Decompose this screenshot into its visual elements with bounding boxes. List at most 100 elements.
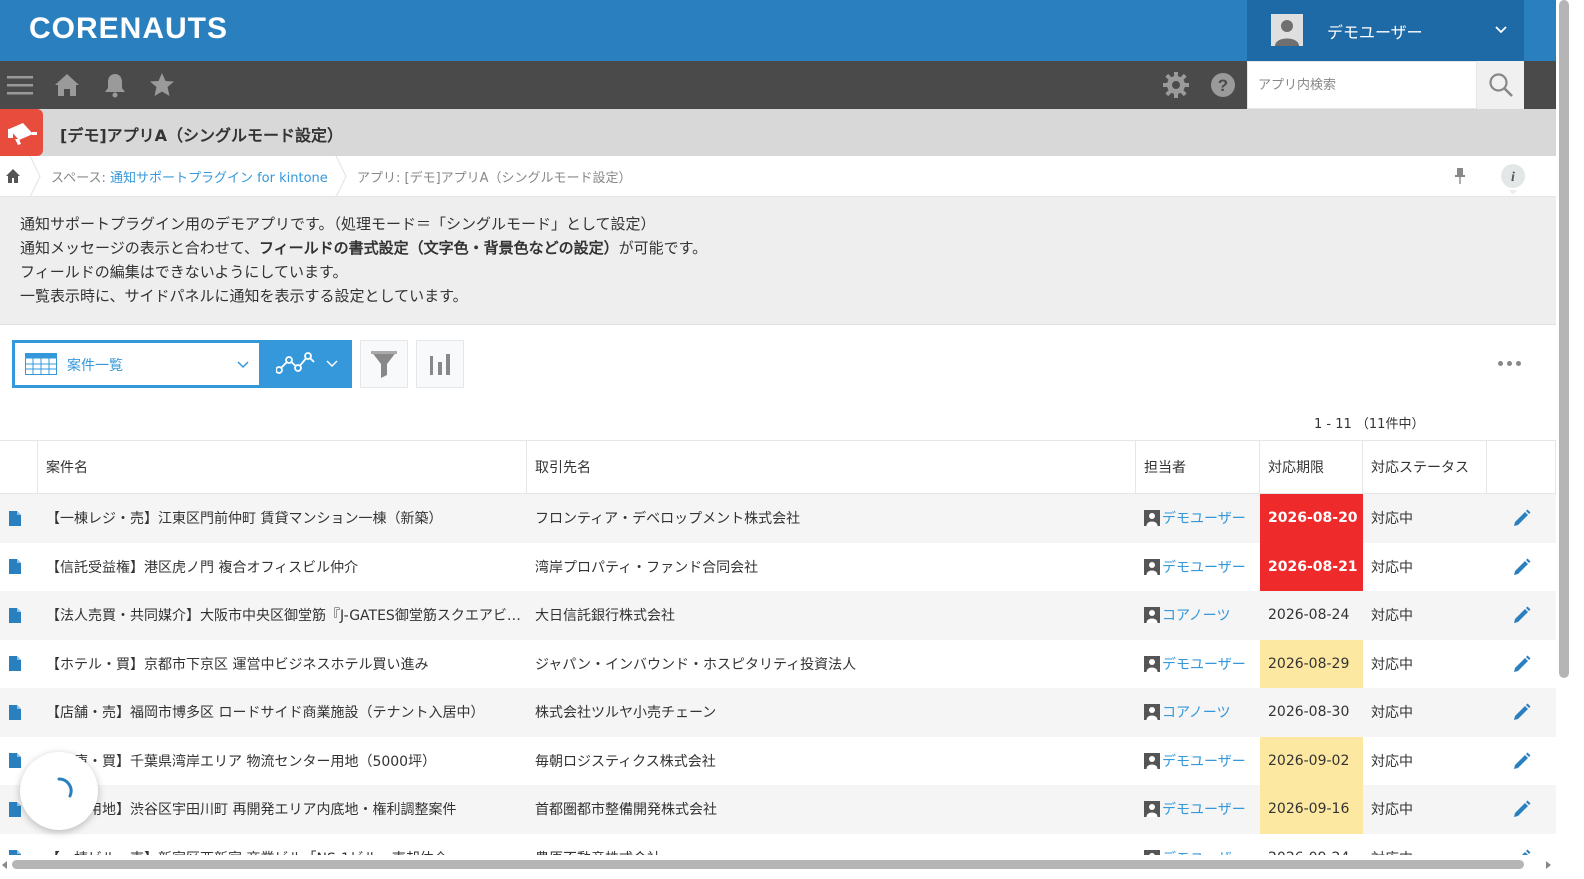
description-line: 通知メッセージの表示と合わせて、フィールドの書式設定（文字色・背景色などの設定）… xyxy=(20,239,708,257)
cell-deadline: 2026-08-20 xyxy=(1260,494,1363,543)
table-row[interactable]: 【事業用地】渋谷区宇田川町 再開発エリア内底地・権利調整案件 首都圏都市整備開発株… xyxy=(0,785,1556,834)
record-detail-link[interactable] xyxy=(0,543,38,592)
bell-icon[interactable] xyxy=(101,71,129,99)
cell-deadline: 2026-08-24 xyxy=(1268,607,1350,624)
user-icon xyxy=(1144,655,1160,672)
column-header[interactable]: 案件名 xyxy=(38,441,527,493)
svg-text:?: ? xyxy=(1218,76,1228,95)
home-icon[interactable] xyxy=(5,168,21,188)
record-detail-link[interactable] xyxy=(0,591,38,640)
cell-client-name: ジャパン・インバウンド・ホスピタリティ投資法人 xyxy=(535,656,857,673)
column-header[interactable]: 対応期限 xyxy=(1260,441,1363,493)
table-row[interactable]: 【信託受益権】港区虎ノ門 複合オフィスビル仲介 湾岸プロパティ・ファンド合同会社 デ… xyxy=(0,542,1556,592)
cell-owner[interactable]: デモユーザー xyxy=(1136,785,1260,834)
more-options-button[interactable] xyxy=(1494,353,1524,373)
cell-status: 対応中 xyxy=(1371,802,1413,819)
filter-button[interactable] xyxy=(360,340,408,388)
record-detail-link[interactable] xyxy=(0,640,38,689)
breadcrumb-app: アプリ: [デモ]アプリA（シングルモード設定） xyxy=(357,171,632,186)
user-icon xyxy=(1144,607,1160,624)
cell-status: 対応中 xyxy=(1371,559,1413,576)
star-icon[interactable] xyxy=(148,71,176,99)
document-icon xyxy=(9,801,21,817)
column-header[interactable]: 取引先名 xyxy=(527,441,1136,493)
table-row[interactable]: 【店舗・売】福岡市博多区 ロードサイド商業施設（テナント入居中） 株式会社ツルヤ小… xyxy=(0,688,1556,737)
avatar xyxy=(1271,14,1303,46)
loading-spinner xyxy=(20,752,98,830)
cell-owner[interactable]: コアノーツ xyxy=(1136,591,1260,640)
scrollbar-thumb[interactable] xyxy=(12,860,1524,869)
document-icon xyxy=(9,607,21,623)
search-button[interactable] xyxy=(1477,61,1524,109)
user-icon xyxy=(1144,752,1160,769)
pagination-info: 1 - 11 （11件中） xyxy=(1314,417,1425,432)
edit-button[interactable] xyxy=(1487,785,1556,834)
brand-logo[interactable]: CORENAUTS xyxy=(29,12,228,46)
user-icon xyxy=(1144,510,1160,527)
cell-deadline: 2026-08-30 xyxy=(1268,704,1350,721)
megaphone-icon xyxy=(0,109,43,156)
edit-button[interactable] xyxy=(1487,737,1556,786)
chart-button[interactable] xyxy=(416,340,464,388)
gear-icon[interactable] xyxy=(1162,71,1190,99)
document-icon xyxy=(9,753,21,769)
column-header[interactable]: 担当者 xyxy=(1136,441,1260,493)
record-detail-link[interactable] xyxy=(0,688,38,737)
scroll-right-icon[interactable] xyxy=(1546,861,1551,869)
cell-owner[interactable]: デモユーザー xyxy=(1136,737,1260,786)
document-icon xyxy=(9,704,21,720)
scroll-left-icon[interactable] xyxy=(2,861,7,869)
edit-button[interactable] xyxy=(1487,688,1556,737)
toolbar: ? xyxy=(0,61,1556,109)
view-selector[interactable]: 案件一覧 xyxy=(12,340,262,388)
help-icon[interactable]: ? xyxy=(1209,71,1237,99)
table-row[interactable]: 【ホテル・買】京都市下京区 運営中ビジネスホテル買い進み ジャパン・インバウンド・… xyxy=(0,639,1556,689)
description-line: 一覧表示時に、サイドパネルに通知を表示する設定としています。 xyxy=(20,287,468,305)
cell-deal-name: 【一棟レジ・売】江東区門前仲町 賃貸マンション一棟（新築） xyxy=(46,511,443,528)
user-menu[interactable]: デモユーザー xyxy=(1247,0,1524,61)
edit-button[interactable] xyxy=(1487,494,1556,543)
space-link[interactable]: 通知サポートプラグイン for kintone xyxy=(110,171,328,186)
horizontal-scrollbar[interactable] xyxy=(0,855,1556,879)
pencil-icon xyxy=(1513,800,1530,818)
table-header: 案件名 取引先名 担当者 対応期限 対応ステータス xyxy=(0,440,1556,494)
table-view-icon xyxy=(25,353,57,375)
cell-owner[interactable]: デモユーザー xyxy=(1136,494,1260,543)
cell-owner[interactable]: デモユーザー xyxy=(1136,543,1260,592)
description-line: 通知サポートプラグイン用のデモアプリです。（処理モード＝「シングルモード」として… xyxy=(20,215,656,233)
scrollbar-thumb[interactable] xyxy=(1559,0,1569,678)
pin-icon[interactable] xyxy=(1453,167,1467,189)
document-icon xyxy=(9,559,21,575)
breadcrumb-separator xyxy=(335,156,347,197)
app-title: [デモ]アプリA（シングルモード設定） xyxy=(60,126,344,145)
table-row[interactable]: 【倉庫・買】千葉県湾岸エリア 物流センター用地（5000坪） 毎朝ロジスティクス株… xyxy=(0,736,1556,786)
cell-owner[interactable]: コアノーツ xyxy=(1136,688,1260,737)
edit-button[interactable] xyxy=(1487,591,1556,640)
column-header[interactable]: 対応ステータス xyxy=(1363,441,1487,493)
graph-menu-button[interactable] xyxy=(262,340,352,388)
cell-client-name: 大日信託銀行株式会社 xyxy=(535,608,675,625)
cell-owner[interactable]: デモユーザー xyxy=(1136,640,1260,689)
record-detail-link[interactable] xyxy=(0,494,38,543)
edit-button[interactable] xyxy=(1487,640,1556,689)
menu-icon[interactable] xyxy=(6,71,34,99)
search-input[interactable] xyxy=(1248,62,1476,108)
chevron-down-icon xyxy=(237,361,249,369)
document-icon xyxy=(9,656,21,672)
description-line: フィールドの編集はできないようにしています。 xyxy=(20,263,348,281)
chevron-down-icon xyxy=(326,360,338,368)
cell-status: 対応中 xyxy=(1371,608,1413,625)
user-icon xyxy=(1144,704,1160,721)
cell-deadline: 2026-09-02 xyxy=(1260,736,1363,785)
cell-deadline: 2026-08-29 xyxy=(1260,639,1363,688)
app-title-bar: [デモ]アプリA（シングルモード設定） xyxy=(0,109,1556,156)
vertical-scrollbar[interactable] xyxy=(1556,0,1584,879)
home-icon[interactable] xyxy=(53,71,81,99)
table-row[interactable]: 【法人売買・共同媒介】大阪市中央区御堂筋『J-GATES御堂筋スクエアビ… 大日信… xyxy=(0,591,1556,640)
table-row[interactable]: 【一棟レジ・売】江東区門前仲町 賃貸マンション一棟（新築） フロンティア・デベロッ… xyxy=(0,494,1556,543)
view-selector-label: 案件一覧 xyxy=(67,358,123,374)
pencil-icon xyxy=(1513,509,1530,527)
user-icon xyxy=(1144,801,1160,818)
edit-button[interactable] xyxy=(1487,543,1556,592)
info-icon[interactable]: i xyxy=(1500,164,1526,198)
